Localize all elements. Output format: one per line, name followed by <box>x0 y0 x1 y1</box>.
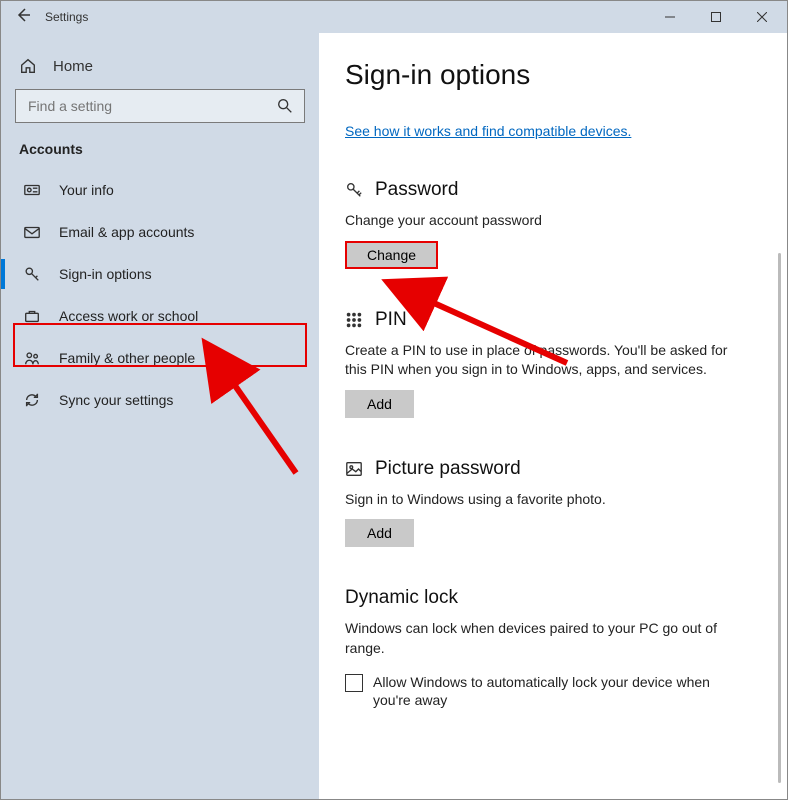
sync-icon <box>23 391 41 409</box>
add-picture-password-button[interactable]: Add <box>345 519 414 547</box>
dynamic-lock-checkbox[interactable]: Allow Windows to automatically lock your… <box>345 673 745 711</box>
home-label: Home <box>53 58 93 75</box>
pin-keypad-icon <box>345 311 363 329</box>
sidebar-item-family[interactable]: Family & other people <box>1 337 319 379</box>
section-desc: Create a PIN to use in place of password… <box>345 341 745 380</box>
add-pin-button[interactable]: Add <box>345 390 414 418</box>
close-button[interactable] <box>739 1 785 33</box>
main-content: Sign-in options See how it works and fin… <box>319 33 787 799</box>
section-desc: Change your account password <box>345 211 745 231</box>
mail-icon <box>23 223 41 241</box>
section-heading: PIN <box>375 309 407 331</box>
sidebar-item-email[interactable]: Email & app accounts <box>1 211 319 253</box>
sidebar-section-label: Accounts <box>15 141 305 157</box>
home-icon <box>19 57 37 75</box>
sidebar-item-label: Email & app accounts <box>59 224 194 240</box>
sidebar-item-label: Family & other people <box>59 350 195 366</box>
back-button[interactable] <box>1 7 45 28</box>
image-icon <box>345 460 363 478</box>
section-desc: Windows can lock when devices paired to … <box>345 619 745 658</box>
search-input[interactable] <box>26 97 276 115</box>
checkbox-box[interactable] <box>345 674 363 692</box>
scrollbar[interactable] <box>778 253 781 783</box>
maximize-button[interactable] <box>693 1 739 33</box>
sidebar-item-signin[interactable]: Sign-in options <box>1 253 319 295</box>
sidebar-item-label: Your info <box>59 182 114 198</box>
section-heading: Password <box>375 179 458 201</box>
checkbox-label: Allow Windows to automatically lock your… <box>373 673 745 711</box>
home-nav[interactable]: Home <box>15 49 305 89</box>
id-card-icon <box>23 181 41 199</box>
window-title: Settings <box>45 10 88 24</box>
briefcase-icon <box>23 307 41 325</box>
sidebar-item-work[interactable]: Access work or school <box>1 295 319 337</box>
people-icon <box>23 349 41 367</box>
search-box[interactable] <box>15 89 305 123</box>
search-icon <box>276 97 294 115</box>
sidebar-item-label: Sync your settings <box>59 392 173 408</box>
minimize-button[interactable] <box>647 1 693 33</box>
section-desc: Sign in to Windows using a favorite phot… <box>345 490 745 510</box>
section-heading: Picture password <box>375 458 521 480</box>
sidebar-item-label: Access work or school <box>59 308 198 324</box>
help-link[interactable]: See how it works and find compatible dev… <box>345 123 631 139</box>
key-icon <box>345 181 363 199</box>
pin-section: PIN Create a PIN to use in place of pass… <box>345 309 751 418</box>
change-password-button[interactable]: Change <box>345 241 438 269</box>
sidebar-item-sync[interactable]: Sync your settings <box>1 379 319 421</box>
picture-password-section: Picture password Sign in to Windows usin… <box>345 458 751 548</box>
sidebar: Home Accounts Your info Email & app acco… <box>1 33 319 799</box>
dynamic-lock-section: Dynamic lock Windows can lock when devic… <box>345 587 751 710</box>
titlebar: Settings <box>1 1 787 33</box>
key-icon <box>23 265 41 283</box>
sidebar-item-label: Sign-in options <box>59 266 152 282</box>
sidebar-item-your-info[interactable]: Your info <box>1 169 319 211</box>
page-title: Sign-in options <box>345 59 751 91</box>
section-heading: Dynamic lock <box>345 587 458 609</box>
password-section: Password Change your account password Ch… <box>345 179 751 269</box>
